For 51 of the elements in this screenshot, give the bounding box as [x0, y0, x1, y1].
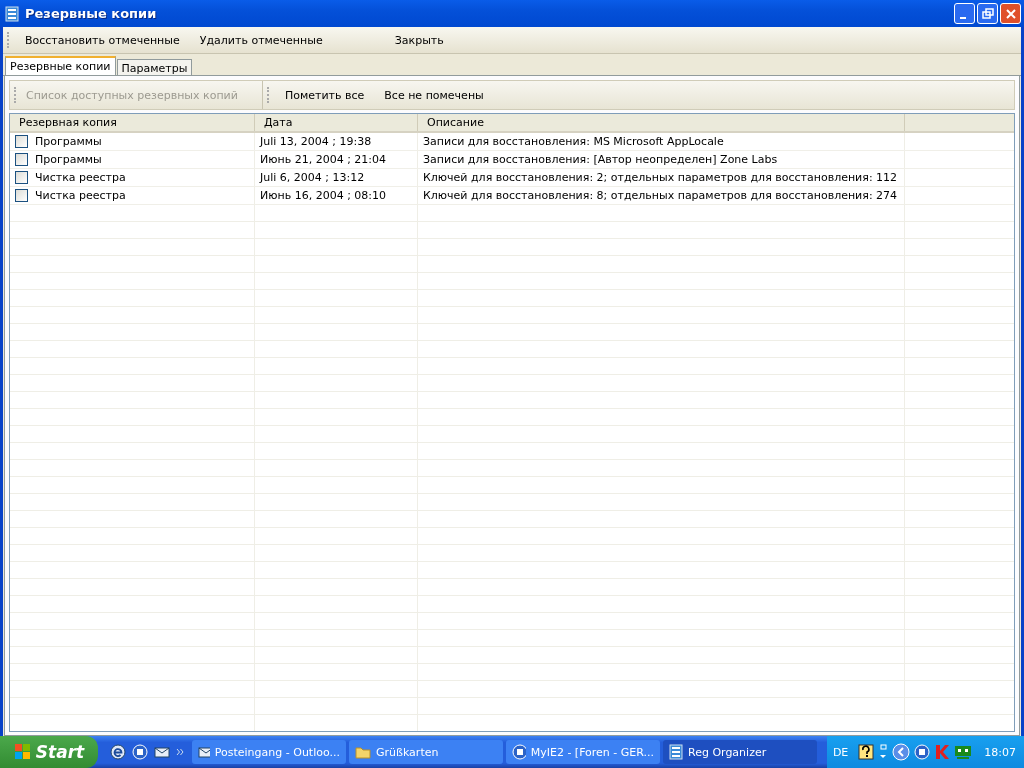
browser-icon[interactable] — [110, 744, 126, 760]
table-cell: Чистка реестра — [35, 189, 126, 202]
table-cell: Ключей для восстановления: 8; отдельных параметров для восстановления: 274 — [423, 189, 898, 202]
window-title: Резервные копии — [25, 6, 158, 21]
table-cell: Июнь 21, 2004 ; 21:04 — [260, 153, 387, 166]
window-switch-icon[interactable] — [878, 744, 889, 760]
taskbar-button[interactable]: Reg Organizer — [663, 740, 817, 764]
help-icon[interactable] — [858, 744, 875, 760]
taskbar-button[interactable]: MyIE2 - [Foren - GER... — [506, 740, 660, 764]
clock: 18:07 — [984, 745, 1016, 759]
minimize-button[interactable] — [954, 3, 975, 24]
close-button[interactable] — [1000, 3, 1021, 24]
toolbar-caption: Список доступных резервных копий — [26, 88, 238, 102]
checkbox[interactable] — [15, 189, 28, 202]
tab[interactable]: Параметры — [116, 59, 193, 75]
network-icon[interactable] — [954, 744, 973, 760]
table-cell: Программы — [35, 135, 102, 148]
minimize-icon — [959, 16, 966, 19]
chevron-left-icon[interactable] — [892, 743, 911, 761]
restore-button[interactable] — [977, 3, 998, 24]
checkbox[interactable] — [15, 135, 28, 148]
start-button[interactable]: Start — [0, 736, 98, 768]
toolbar-button[interactable]: Удалить отмеченные — [193, 31, 329, 49]
tab[interactable]: Резервные копии — [5, 56, 116, 75]
chevron-icon[interactable] — [176, 748, 184, 756]
taskbar-button[interactable]: Posteingang - Outloo... — [192, 740, 346, 764]
folder-icon — [355, 744, 371, 760]
table-cell: Ключей для восстановления: 2; отдельных параметров для восстановления: 112 — [423, 171, 898, 184]
column-header[interactable]: Дата — [255, 114, 418, 131]
mail-icon — [198, 744, 210, 760]
table-cell: Чистка реестра — [35, 171, 126, 184]
table-cell: Записи для восстановления: MS Microsoft AppLocale — [423, 135, 724, 148]
browser-icon — [512, 744, 526, 760]
table-cell: Июнь 16, 2004 ; 08:10 — [260, 189, 387, 202]
table-cell: Juli 6, 2004 ; 13:12 — [260, 171, 365, 184]
column-header[interactable]: Описание — [418, 114, 905, 131]
table-cell: Записи для восстановления: [Автор неопределен] Zone Labs — [423, 153, 778, 166]
table-cell: Juli 13, 2004 ; 19:38 — [260, 135, 372, 148]
toolbar-button[interactable]: Закрыть — [388, 31, 450, 49]
checkbox[interactable] — [15, 171, 28, 184]
table-cell: Программы — [35, 153, 102, 166]
mail-icon[interactable] — [154, 744, 170, 760]
windows-logo-icon — [13, 743, 32, 761]
checkbox[interactable] — [15, 153, 28, 166]
close-icon — [1004, 7, 1017, 20]
toolbar-button[interactable]: Восстановить отмеченные — [19, 31, 186, 49]
column-header[interactable]: Резервная копия — [10, 114, 255, 131]
taskbar-button[interactable]: Grüßkarten — [349, 740, 503, 764]
app-icon — [5, 5, 19, 22]
restore-icon — [981, 7, 994, 20]
app-icon — [669, 744, 683, 760]
